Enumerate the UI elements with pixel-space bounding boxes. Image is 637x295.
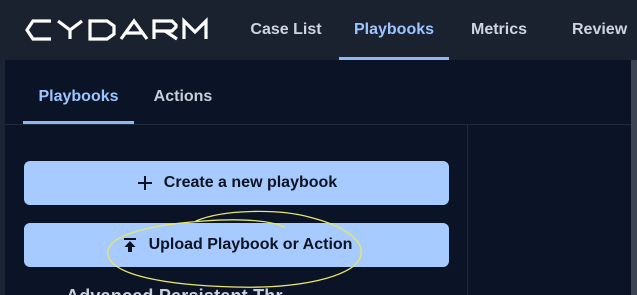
nav-tab-playbooks[interactable]: Playbooks	[339, 0, 449, 60]
cydarm-logo[interactable]	[24, 17, 208, 43]
nav-tab-case-list[interactable]: Case List	[236, 0, 336, 57]
plus-icon	[136, 174, 154, 192]
upload-icon	[121, 236, 139, 254]
upload-playbook-label: Upload Playbook or Action	[148, 236, 353, 253]
create-playbook-label: Create a new playbook	[163, 174, 338, 191]
top-navigation-bar: Case List Playbooks Metrics Review	[0, 0, 637, 60]
sub-navigation: Playbooks Actions	[5, 60, 631, 125]
nav-tab-metrics[interactable]: Metrics	[454, 0, 544, 57]
panel-divider	[467, 125, 468, 295]
upload-playbook-button[interactable]: Upload Playbook or Action	[24, 223, 449, 267]
create-playbook-button[interactable]: Create a new playbook	[24, 161, 449, 205]
app-window: Case List Playbooks Metrics Review Playb…	[0, 0, 637, 295]
right-edge	[631, 60, 637, 295]
nav-tab-review[interactable]: Review	[556, 0, 637, 57]
playbook-heading-partial: Advanced Persistent Thr...	[66, 286, 297, 295]
sub-tab-playbooks[interactable]: Playbooks	[23, 60, 134, 124]
sub-tab-actions[interactable]: Actions	[135, 60, 231, 121]
